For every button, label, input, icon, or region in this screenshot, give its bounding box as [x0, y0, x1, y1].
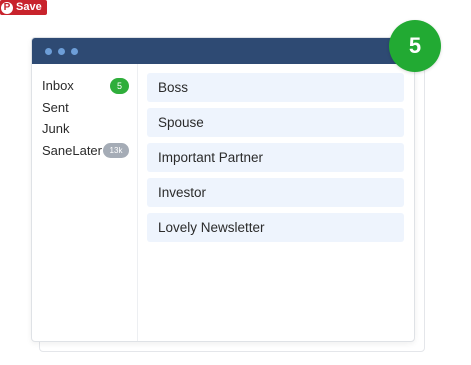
- inbox-count-badge: 5: [110, 77, 129, 94]
- unread-count-bubble: 5: [389, 20, 441, 72]
- window-body: Inbox 5 Sent Junk SaneLater 13k Boss Spo…: [32, 64, 414, 341]
- window-titlebar: [32, 38, 414, 64]
- window-dot-icon: [71, 47, 78, 55]
- message-list: Boss Spouse Important Partner Investor L…: [138, 64, 414, 341]
- list-item[interactable]: Investor: [147, 178, 404, 207]
- pinterest-icon: P: [1, 1, 13, 14]
- sidebar-item-sanelater[interactable]: SaneLater 13k: [32, 140, 137, 162]
- pinterest-save-button[interactable]: P Save: [0, 0, 47, 15]
- window-dot-icon: [45, 47, 52, 55]
- sidebar-item-junk[interactable]: Junk: [32, 118, 137, 140]
- sanelater-count-badge: 13k: [103, 142, 129, 158]
- sidebar-item-sent[interactable]: Sent: [32, 97, 137, 119]
- list-item[interactable]: Boss: [147, 73, 404, 102]
- mail-window: Inbox 5 Sent Junk SaneLater 13k Boss Spo…: [31, 37, 415, 342]
- sidebar-item-label: SaneLater: [42, 142, 102, 158]
- window-dot-icon: [58, 47, 65, 55]
- sidebar-item-inbox[interactable]: Inbox 5: [32, 75, 137, 97]
- sidebar-item-label: Sent: [42, 99, 69, 115]
- sidebar-item-label: Inbox: [42, 78, 74, 94]
- list-item[interactable]: Spouse: [147, 108, 404, 137]
- list-item[interactable]: Important Partner: [147, 143, 404, 172]
- sidebar-item-label: Junk: [42, 121, 70, 137]
- list-item[interactable]: Lovely Newsletter: [147, 213, 404, 242]
- save-label: Save: [16, 1, 42, 13]
- sidebar: Inbox 5 Sent Junk SaneLater 13k: [32, 64, 138, 341]
